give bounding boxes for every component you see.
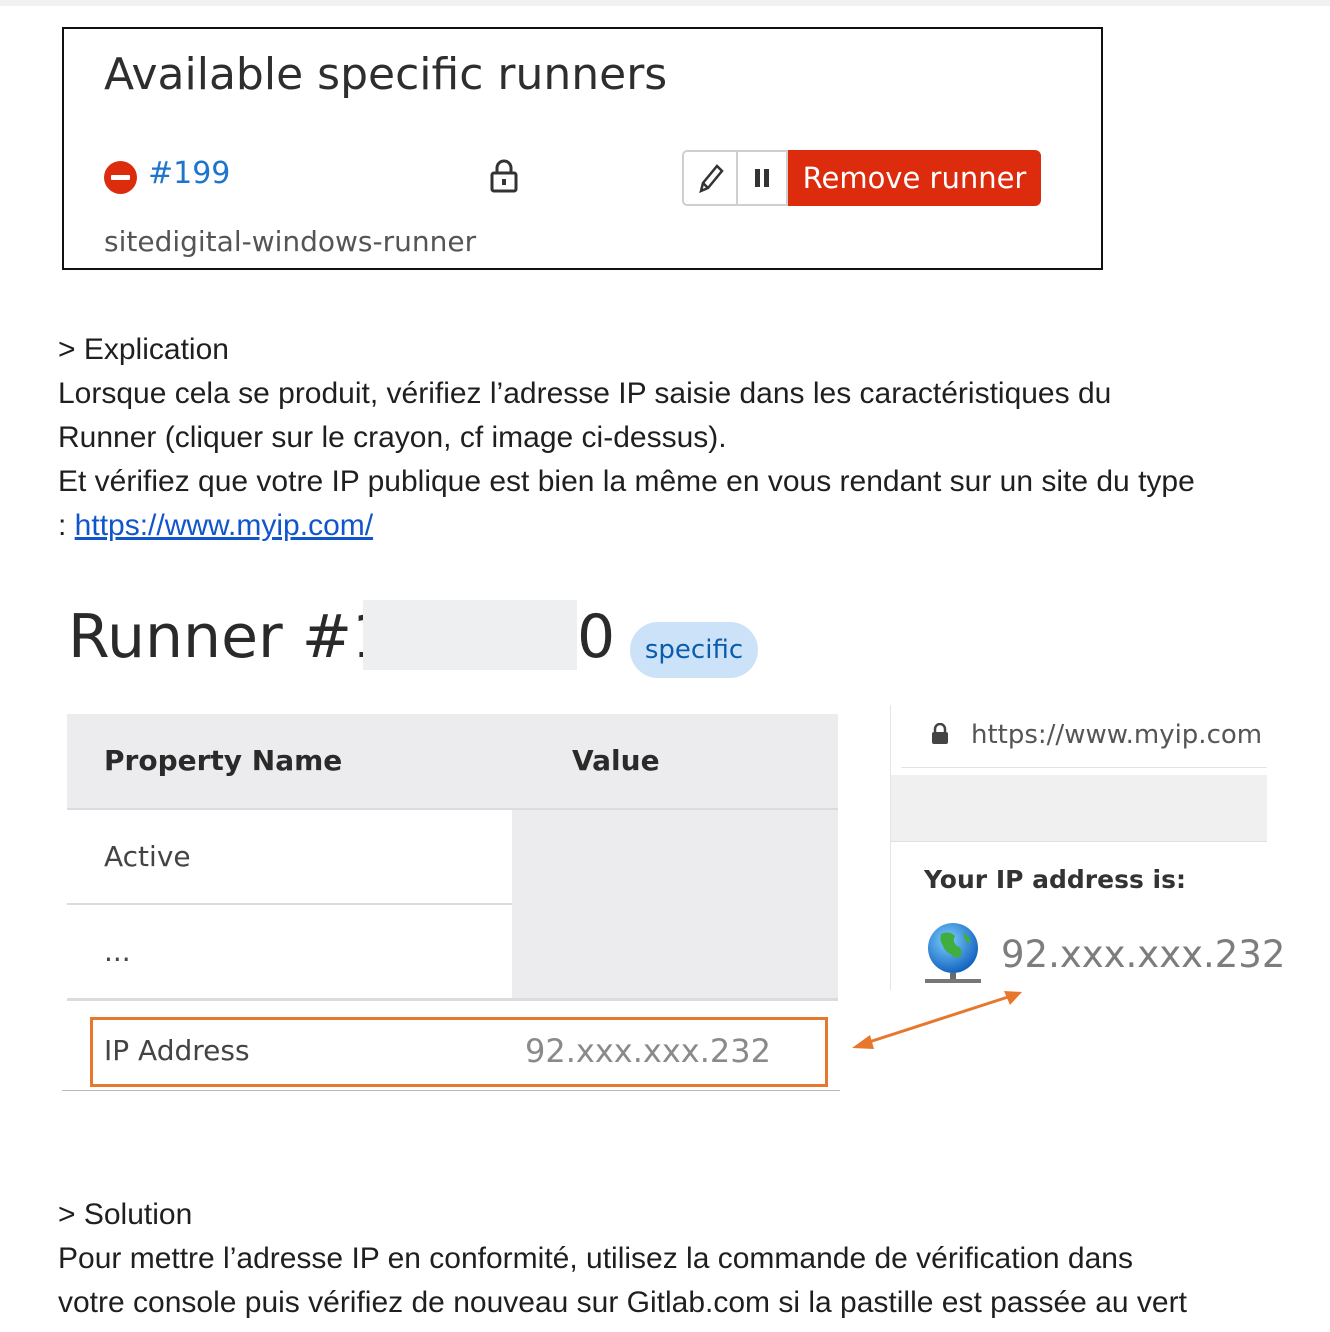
runners-card: Available specific runners #199 Remove r… [62, 27, 1103, 270]
myip-link[interactable]: https://www.myip.com/ [75, 509, 373, 542]
explication-line2: Runner (cliquer sur le crayon, cf image … [58, 421, 727, 454]
lock-icon [932, 723, 948, 744]
pause-icon [755, 169, 769, 187]
remove-runner-button[interactable]: Remove runner [788, 150, 1041, 206]
runner-title-end: 0 [577, 602, 616, 672]
table-row: ... [67, 905, 512, 1000]
public-ip-value: 92.xxx.xxx.232 [1001, 933, 1286, 976]
redacted-area [363, 600, 577, 670]
value-column [512, 810, 838, 1000]
property-name-header: Property Name [104, 744, 343, 777]
pause-runner-button[interactable] [736, 150, 788, 206]
table-header: Property Name Value [67, 714, 838, 810]
stop-circle-icon [104, 161, 137, 194]
lock-icon [489, 159, 519, 198]
ip-address-row: IP Address 92.xxx.xxx.232 [90, 1017, 828, 1087]
ip-address-value: 92.xxx.xxx.232 [525, 1032, 771, 1070]
explication-heading: > Explication [58, 333, 229, 366]
explication-line3: Et vérifiez que votre IP publique est bi… [58, 465, 1195, 498]
table-divider [67, 998, 838, 1001]
myip-panel: https://www.myip.com Your IP address is:… [890, 705, 1285, 990]
runner-id-link[interactable]: #199 [148, 156, 230, 191]
value-header: Value [572, 744, 660, 777]
runner-title: Runner #1 [68, 602, 391, 672]
table-row: Active [67, 810, 512, 905]
runner-description: sitedigital-windows-runner [104, 225, 477, 258]
card-title: Available specific runners [104, 49, 668, 100]
explication-line4: : https://www.myip.com/ [58, 504, 373, 548]
toolbar-strip [891, 775, 1267, 842]
arrow-icon [852, 991, 1022, 1049]
row-label: ... [104, 935, 131, 968]
table-bottom-border [62, 1090, 840, 1091]
ip-address-label: IP Address [104, 1034, 250, 1067]
address-bar-url: https://www.myip.com [971, 720, 1263, 750]
runner-actions: Remove runner [682, 150, 1041, 206]
edit-runner-button[interactable] [682, 150, 736, 206]
solution-line1: Pour mettre l’adresse IP en conformité, … [58, 1242, 1133, 1275]
top-divider [0, 0, 1330, 6]
specific-badge: specific [630, 622, 758, 678]
address-bar[interactable]: https://www.myip.com [901, 705, 1267, 768]
explication-line1: Lorsque cela se produit, vérifiez l’adre… [58, 377, 1112, 410]
ip-heading: Your IP address is: [924, 865, 1186, 894]
pencil-icon [699, 164, 724, 194]
row-label: Active [104, 840, 191, 873]
solution-heading: > Solution [58, 1198, 193, 1231]
solution-line2: votre console puis vérifiez de nouveau s… [58, 1286, 1187, 1319]
link-prefix: : [58, 509, 75, 542]
